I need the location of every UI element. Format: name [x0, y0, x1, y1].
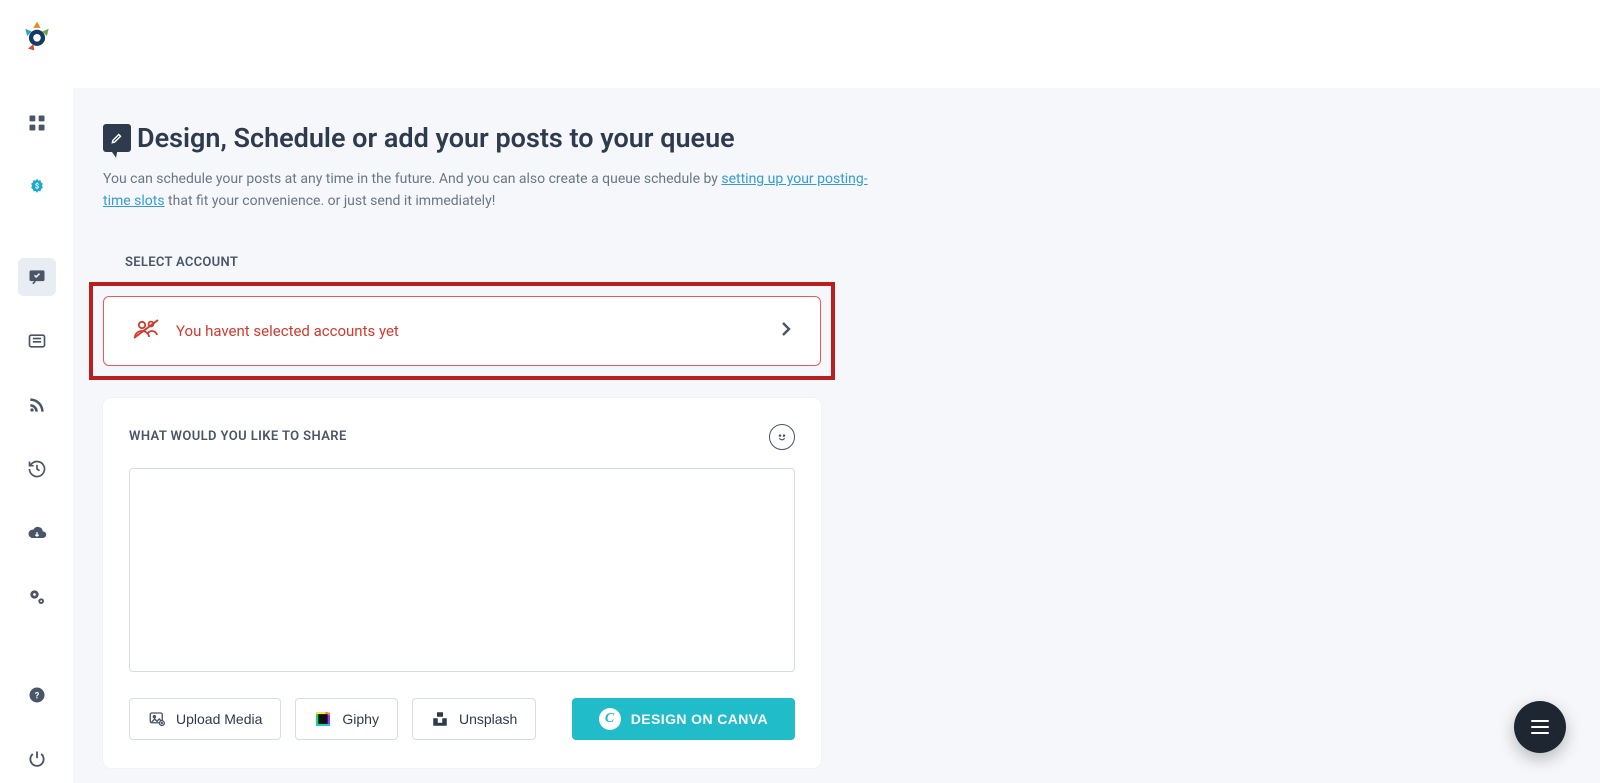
compose-title-icon — [103, 124, 131, 152]
feed-icon — [27, 331, 47, 351]
sidebar-item-settings[interactable] — [18, 578, 56, 616]
dollar-gear-icon: $ — [27, 177, 47, 197]
compose-icon — [27, 267, 47, 287]
power-icon — [27, 749, 47, 769]
unsplash-label: Unsplash — [459, 711, 517, 727]
sidebar-item-monetize[interactable]: $ — [18, 168, 56, 206]
giphy-icon — [314, 710, 332, 728]
grid-icon — [27, 113, 47, 133]
sidebar-item-dashboard[interactable] — [18, 104, 56, 142]
upload-media-button[interactable]: Upload Media — [129, 698, 281, 740]
select-account-highlight: You havent selected accounts yet — [89, 282, 835, 380]
sidebar-item-history[interactable] — [18, 450, 56, 488]
composer-label: WHAT WOULD YOU LIKE TO SHARE — [129, 429, 347, 444]
sidebar-item-cloud[interactable] — [18, 514, 56, 552]
smile-icon — [774, 429, 790, 445]
app-logo[interactable] — [19, 18, 55, 54]
composer-card: WHAT WOULD YOU LIKE TO SHARE Upload Medi… — [103, 398, 821, 768]
emoji-picker-button[interactable] — [769, 424, 795, 450]
history-icon — [27, 459, 47, 479]
sidebar-item-feed[interactable] — [18, 322, 56, 360]
unsplash-button[interactable]: Unsplash — [412, 698, 536, 740]
sidebar-item-power[interactable] — [18, 740, 56, 778]
sidebar: $ ? — [0, 0, 73, 783]
sidebar-item-compose[interactable] — [18, 258, 56, 296]
compose-textarea[interactable] — [129, 468, 795, 672]
no-accounts-icon — [132, 318, 160, 344]
sidebar-item-rss[interactable] — [18, 386, 56, 424]
rss-icon — [27, 395, 47, 415]
no-accounts-text: You havent selected accounts yet — [176, 322, 399, 340]
sidebar-item-help[interactable]: ? — [18, 676, 56, 714]
unsplash-icon — [431, 710, 449, 728]
chevron-right-icon — [780, 320, 792, 342]
page-title: Design, Schedule or add your posts to yo… — [137, 122, 735, 154]
canva-icon: C — [599, 708, 621, 730]
help-icon: ? — [27, 685, 47, 705]
svg-text:$: $ — [34, 182, 38, 191]
svg-text:?: ? — [34, 691, 39, 701]
cloud-download-icon — [27, 523, 47, 543]
giphy-label: Giphy — [342, 711, 379, 727]
gears-icon — [27, 587, 47, 607]
upload-media-label: Upload Media — [176, 711, 262, 727]
select-account-label: SELECT ACCOUNT — [125, 255, 1600, 270]
page-subtitle: You can schedule your posts at any time … — [103, 168, 883, 213]
giphy-button[interactable]: Giphy — [295, 698, 398, 740]
select-account-dropdown[interactable]: You havent selected accounts yet — [103, 296, 821, 366]
main-content: Design, Schedule or add your posts to yo… — [73, 0, 1600, 783]
design-on-canva-button[interactable]: C DESIGN ON CANVA — [572, 698, 795, 740]
image-upload-icon — [148, 710, 166, 728]
canva-label: DESIGN ON CANVA — [631, 711, 768, 727]
